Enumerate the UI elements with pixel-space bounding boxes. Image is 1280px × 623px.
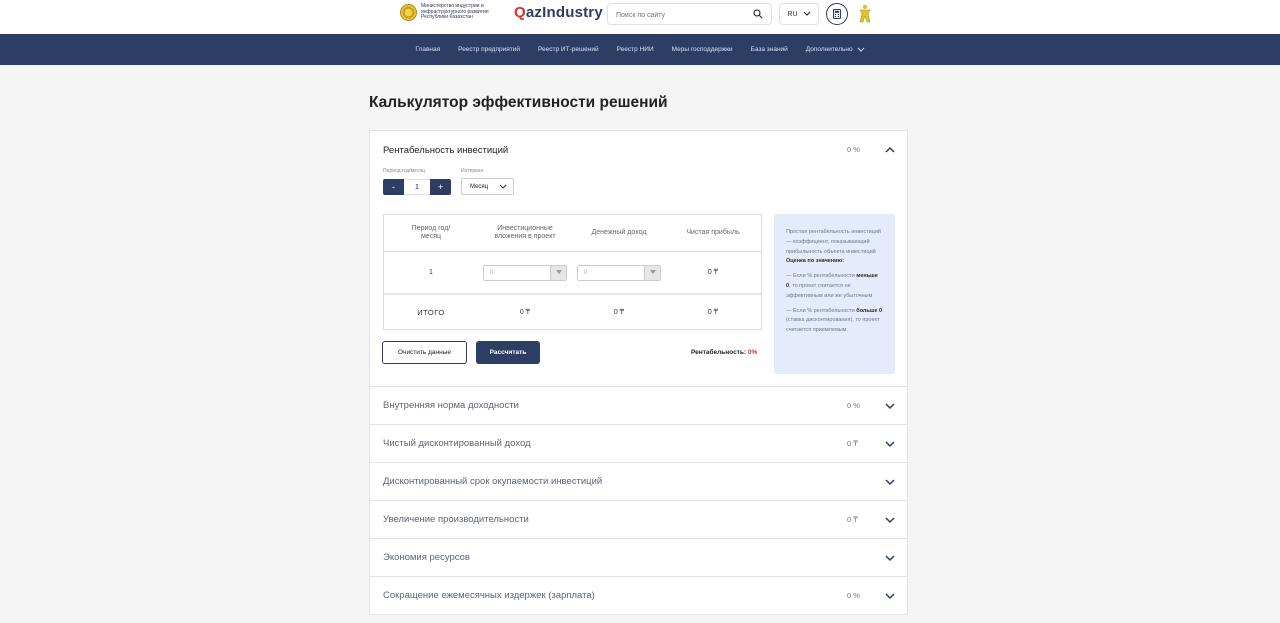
chevron-down-icon [649, 270, 656, 274]
qazindustry-logo[interactable]: QazIndustry [514, 4, 603, 21]
info-box: Простая рентабельность инвестиций — коэф… [774, 214, 895, 374]
info-text: Простая рентабельность инвестиций — коэф… [786, 229, 881, 255]
section-value: 0 % [847, 591, 860, 600]
column-header: Чистая прибыль [686, 229, 740, 236]
chevron-down-icon[interactable] [884, 400, 896, 412]
period-stepper: - 1 + [383, 179, 451, 195]
section-dpp[interactable]: Дисконтированный срок окупаемости инвест… [370, 463, 907, 501]
section-title: Увеличение производительности [383, 514, 529, 525]
dropdown-button[interactable] [550, 265, 566, 280]
chevron-down-icon [857, 47, 864, 52]
nav-item-it-solutions[interactable]: Реестр ИТ-решений [538, 46, 599, 53]
section-title: Дисконтированный срок окупаемости инвест… [383, 476, 603, 487]
calculate-button[interactable]: Рассчитать [476, 341, 540, 364]
section-title: Чистый дисконтированный доход [383, 438, 531, 449]
section-roi: Рентабельность инвестиций 0 % Период год… [370, 131, 907, 387]
top-header: Министерство индустрии и инфраструктурно… [0, 0, 1280, 34]
main-nav: Главная Реестр предприятий Реестр ИТ-реш… [0, 34, 1280, 65]
search-icon[interactable] [753, 9, 763, 19]
chevron-up-icon[interactable] [884, 144, 896, 156]
chevron-down-icon[interactable] [884, 590, 896, 602]
income-input[interactable]: 0 [577, 264, 661, 281]
dropdown-button[interactable] [644, 265, 660, 280]
calculation-table: Период год/месяц Инвестиционные вложения… [383, 214, 762, 330]
interval-label: Интервал [461, 168, 484, 174]
nav-item-research[interactable]: Реестр НИИ [617, 46, 654, 53]
column-header: Период год/месяц [411, 225, 451, 240]
chevron-down-icon [499, 184, 507, 189]
interval-select[interactable]: Месяц [461, 178, 514, 195]
accessibility-button[interactable] [855, 3, 875, 25]
column-header: Денежный доход [591, 229, 647, 236]
nav-item-enterprises[interactable]: Реестр предприятий [458, 46, 520, 53]
nav-item-more[interactable]: Дополнительно [806, 46, 865, 53]
search-input[interactable] [616, 5, 751, 26]
table-header: Период год/месяц Инвестиционные вложения… [384, 215, 761, 252]
page-title: Калькулятор эффективности решений [369, 94, 668, 111]
period-value[interactable]: 1 [404, 179, 430, 195]
language-select[interactable]: RU [779, 3, 819, 25]
info-heading: Оценка по значению: [786, 258, 845, 265]
increment-button[interactable]: + [430, 179, 451, 195]
search-box [607, 3, 772, 26]
total-profit: 0 ₸ [707, 308, 719, 316]
section-resources[interactable]: Экономия ресурсов [370, 539, 907, 577]
accessibility-icon [859, 4, 871, 23]
nav-item-support[interactable]: Меры господдержки [672, 46, 733, 53]
period-label: Период год/месяц [383, 168, 425, 174]
section-value: 0 % [847, 401, 860, 410]
section-roi-header[interactable]: Рентабельность инвестиций 0 % [370, 131, 907, 169]
chevron-down-icon [555, 270, 562, 274]
ministry-logo[interactable]: Министерство индустрии и инфраструктурно… [400, 4, 501, 21]
ministry-name: Министерство индустрии и инфраструктурно… [421, 3, 489, 21]
result-text: Рентабельность: 0% [691, 349, 758, 356]
calculator-button[interactable] [826, 3, 848, 25]
chevron-down-icon[interactable] [884, 514, 896, 526]
table-total-row: ИТОГО 0 ₸ 0 ₸ 0 ₸ [384, 295, 761, 330]
table-row: 1 0 0 0 ₸ [384, 252, 761, 295]
result-value: 0% [747, 349, 758, 356]
decrement-button[interactable]: - [383, 179, 404, 195]
section-productivity[interactable]: Увеличение производительности 0 ₸ [370, 501, 907, 539]
section-title: Экономия ресурсов [383, 552, 470, 563]
section-value: 0 ₸ [847, 439, 859, 448]
period-cell: 1 [429, 268, 433, 276]
investment-input[interactable]: 0 [483, 264, 567, 281]
info-text: — Если % рентабельности больше 0 (ставка… [786, 307, 883, 334]
section-title: Сокращение ежемесячных издержек (зарплат… [383, 590, 595, 601]
chevron-down-icon[interactable] [884, 476, 896, 488]
section-value: 0 % [847, 145, 860, 154]
chevron-down-icon[interactable] [884, 438, 896, 450]
section-title: Рентабельность инвестиций [383, 144, 509, 156]
chevron-down-icon[interactable] [884, 552, 896, 564]
profit-cell: 0 ₸ [707, 268, 719, 276]
total-income: 0 ₸ [613, 308, 625, 316]
chevron-down-icon [803, 11, 810, 16]
total-invest: 0 ₸ [519, 308, 531, 316]
section-irr[interactable]: Внутренняя норма доходности 0 % [370, 387, 907, 425]
nav-item-home[interactable]: Главная [415, 46, 440, 53]
info-text: — Если % рентабельности меньше 0, то про… [786, 273, 878, 299]
nav-item-knowledge[interactable]: База знаний [751, 46, 788, 53]
calculator-icon [833, 9, 841, 19]
calculator-card: Рентабельность инвестиций 0 % Период год… [369, 130, 908, 615]
column-header: Инвестиционные вложения в проект [494, 225, 556, 240]
section-value: 0 ₸ [847, 515, 859, 524]
section-costs[interactable]: Сокращение ежемесячных издержек (зарплат… [370, 577, 907, 614]
section-title: Внутренняя норма доходности [383, 400, 519, 411]
total-label: ИТОГО [417, 307, 445, 317]
state-emblem-icon [400, 4, 417, 21]
clear-data-button[interactable]: Очистить данные [382, 341, 467, 364]
section-npv[interactable]: Чистый дисконтированный доход 0 ₸ [370, 425, 907, 463]
